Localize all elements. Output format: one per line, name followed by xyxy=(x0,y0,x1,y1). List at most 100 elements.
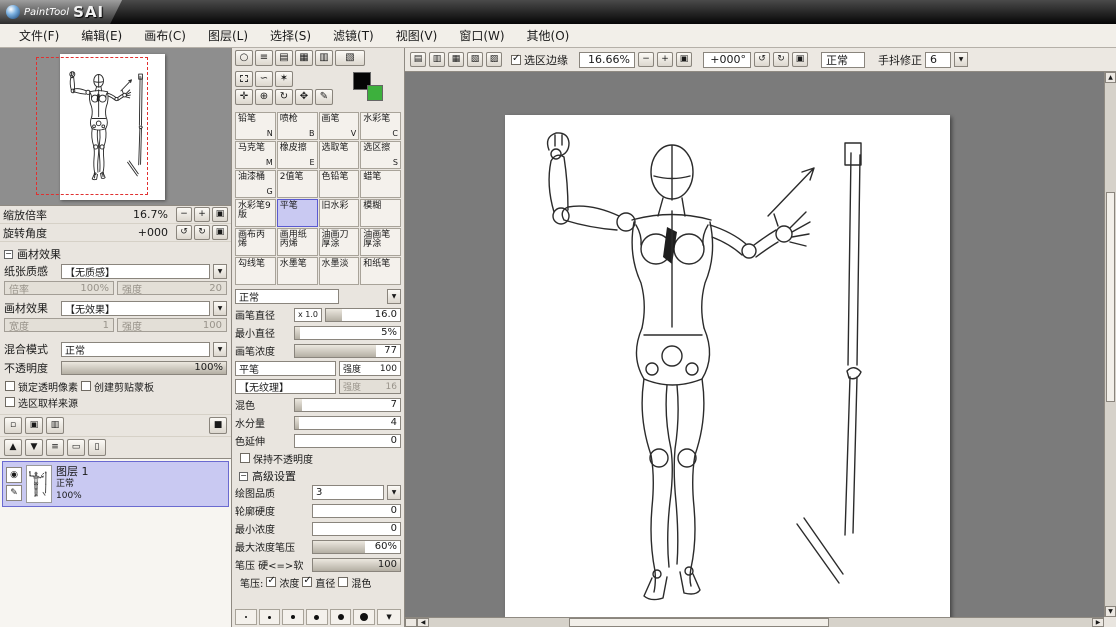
pressure-diameter-checkbox[interactable] xyxy=(302,575,313,587)
lasso-tool[interactable]: ∽ xyxy=(255,71,273,87)
layer-visibility-toggle[interactable]: ◉ xyxy=(6,467,22,483)
keep-opacity-checkbox[interactable] xyxy=(240,453,250,463)
tool-button[interactable]: 油画刀厚涂 xyxy=(318,228,360,256)
collapse-icon[interactable]: − xyxy=(239,471,248,481)
layer-row[interactable]: ◉ ✎ 图层 1 正常 100% xyxy=(2,461,229,507)
max-density-slider[interactable]: 60% xyxy=(312,539,401,554)
zoom-out-button[interactable]: − xyxy=(638,52,654,67)
scratchpad-icon[interactable]: ▥ xyxy=(315,50,333,66)
water-amount-slider[interactable]: 4 xyxy=(294,415,401,430)
menu-filter[interactable]: 滤镜(T) xyxy=(322,24,385,47)
texture-strength-slider[interactable]: 强度 20 xyxy=(117,281,227,296)
move-tool[interactable]: ✛ xyxy=(235,89,253,105)
effect-width-slider[interactable]: 宽度 1 xyxy=(4,318,114,333)
stabilizer-dropdown-button[interactable]: ▼ xyxy=(954,52,968,67)
rotation-reset-button[interactable]: ▣ xyxy=(792,52,808,67)
chevron-down-icon[interactable]: ▼ xyxy=(387,485,401,500)
tool-button[interactable]: 水彩笔 C xyxy=(360,112,401,140)
brush-blend-select[interactable]: 正常 xyxy=(235,289,339,304)
brush-size-preset[interactable] xyxy=(282,609,305,625)
tool-button-selected[interactable]: 平笔 xyxy=(276,199,318,227)
rotation-value-box[interactable]: +000° xyxy=(703,51,751,68)
pressure-soft-slider[interactable]: 100 xyxy=(312,557,401,572)
tool-button[interactable]: 油漆桶 G xyxy=(235,170,276,198)
zoom-reset-button[interactable]: ▣ xyxy=(676,52,692,67)
tool-button[interactable]: 油画笔厚涂 xyxy=(360,228,401,256)
menu-edit[interactable]: 编辑(E) xyxy=(70,24,133,47)
opacity-slider[interactable]: 100% xyxy=(61,361,227,375)
hsv-sliders-icon[interactable]: ▤ xyxy=(275,50,293,66)
tool-button[interactable]: 画用纸丙烯 xyxy=(276,228,318,256)
new-layer-button[interactable]: ▫ xyxy=(4,417,22,434)
swatches-icon[interactable]: ▧ xyxy=(335,50,365,66)
navigator-zoom-reset-button[interactable]: ▣ xyxy=(212,207,228,222)
clear-layer-button[interactable]: ▭ xyxy=(67,439,85,456)
blend-mode-indicator[interactable]: 正常 xyxy=(821,51,865,68)
zoom-tool[interactable]: ⊕ xyxy=(255,89,273,105)
tool-button[interactable]: 模糊 xyxy=(360,199,401,227)
move-layer-up-button[interactable]: ▲ xyxy=(4,439,22,456)
chevron-down-icon[interactable]: ▼ xyxy=(213,300,227,316)
toolbar-button-1[interactable]: ▤ xyxy=(410,52,426,67)
color-spread-slider[interactable]: 0 xyxy=(294,433,401,448)
tool-button[interactable]: 画布丙烯 xyxy=(235,228,276,256)
menu-window[interactable]: 窗口(W) xyxy=(448,24,515,47)
tool-button[interactable]: 水墨笔 xyxy=(276,257,318,285)
mixing-slider[interactable]: 7 xyxy=(294,397,401,412)
scroll-left-corner-button[interactable] xyxy=(405,618,417,627)
min-size-slider[interactable]: 5% xyxy=(294,325,401,340)
tool-button[interactable]: 水彩笔9版 xyxy=(235,199,276,227)
tool-button[interactable]: 蜡笔 xyxy=(360,170,401,198)
rotate-ccw-button[interactable]: ↺ xyxy=(754,52,770,67)
shape-strength-box[interactable]: 强度 100 xyxy=(339,361,401,376)
effect-strength-slider[interactable]: 强度 100 xyxy=(117,318,227,333)
lock-alpha-checkbox[interactable] xyxy=(5,381,15,391)
collapse-icon[interactable]: − xyxy=(4,249,13,259)
vertical-scrollbar[interactable]: ▲ ▼ xyxy=(1104,72,1116,617)
hand-tool[interactable]: ✥ xyxy=(295,89,313,105)
transfer-layer-button[interactable]: ▥ xyxy=(46,417,64,434)
canvas-document[interactable] xyxy=(505,115,950,617)
menu-canvas[interactable]: 画布(C) xyxy=(133,24,197,47)
clipping-group-checkbox[interactable] xyxy=(81,381,91,391)
toolbar-button-5[interactable]: ▨ xyxy=(486,52,502,67)
tool-button[interactable]: 铅笔 N xyxy=(235,112,276,140)
navigator-preview[interactable] xyxy=(0,48,231,206)
magic-wand-tool[interactable]: ✶ xyxy=(275,71,293,87)
brush-size-preset[interactable] xyxy=(353,609,376,625)
layer-mask-button[interactable]: ■ xyxy=(209,417,227,434)
rgb-sliders-icon[interactable]: ≡ xyxy=(255,50,273,66)
canvas-area[interactable] xyxy=(405,72,1104,617)
stabilizer-value-box[interactable]: 6 xyxy=(925,51,951,68)
merge-layer-button[interactable]: ≡ xyxy=(46,439,64,456)
vertical-scroll-thumb[interactable] xyxy=(1106,192,1115,402)
tool-button[interactable]: 勾线笔 xyxy=(235,257,276,285)
brush-diameter-slider[interactable]: 16.0 xyxy=(325,307,401,322)
chevron-down-icon[interactable]: ▼ xyxy=(213,341,227,357)
brush-size-preset-more[interactable]: ▼ xyxy=(377,609,402,625)
menu-layer[interactable]: 图层(L) xyxy=(197,24,259,47)
move-layer-down-button[interactable]: ▼ xyxy=(25,439,43,456)
horizontal-scroll-thumb[interactable] xyxy=(569,618,829,627)
navigator-rotate-ccw-button[interactable]: ↺ xyxy=(176,225,192,240)
toolbar-button-2[interactable]: ▥ xyxy=(429,52,445,67)
tool-button[interactable]: 和纸笔 xyxy=(360,257,401,285)
blend-mode-select[interactable]: 正常 xyxy=(61,341,210,357)
zoom-value-box[interactable]: 16.66% xyxy=(579,51,635,68)
tool-button[interactable]: 旧水彩 xyxy=(318,199,360,227)
scroll-right-arrow[interactable]: ▶ xyxy=(1092,618,1104,627)
brush-shape-select[interactable]: 平笔 xyxy=(235,361,336,376)
scroll-down-arrow[interactable]: ▼ xyxy=(1105,606,1116,617)
navigator-zoom-in-button[interactable]: + xyxy=(194,207,210,222)
tool-button[interactable]: 橡皮擦 E xyxy=(276,141,318,169)
texture-scale-slider[interactable]: 倍率 100% xyxy=(4,281,114,296)
pressure-mixing-checkbox[interactable] xyxy=(338,577,349,587)
pressure-density-checkbox[interactable] xyxy=(266,575,277,587)
selection-source-checkbox[interactable] xyxy=(5,397,15,407)
menu-view[interactable]: 视图(V) xyxy=(385,24,449,47)
menu-others[interactable]: 其他(O) xyxy=(516,24,581,47)
tool-button[interactable]: 水墨淡 xyxy=(318,257,360,285)
chevron-down-icon[interactable]: ▼ xyxy=(213,263,227,279)
menu-file[interactable]: 文件(F) xyxy=(8,24,70,47)
horizontal-scrollbar[interactable]: ◀ ▶ xyxy=(405,617,1104,627)
